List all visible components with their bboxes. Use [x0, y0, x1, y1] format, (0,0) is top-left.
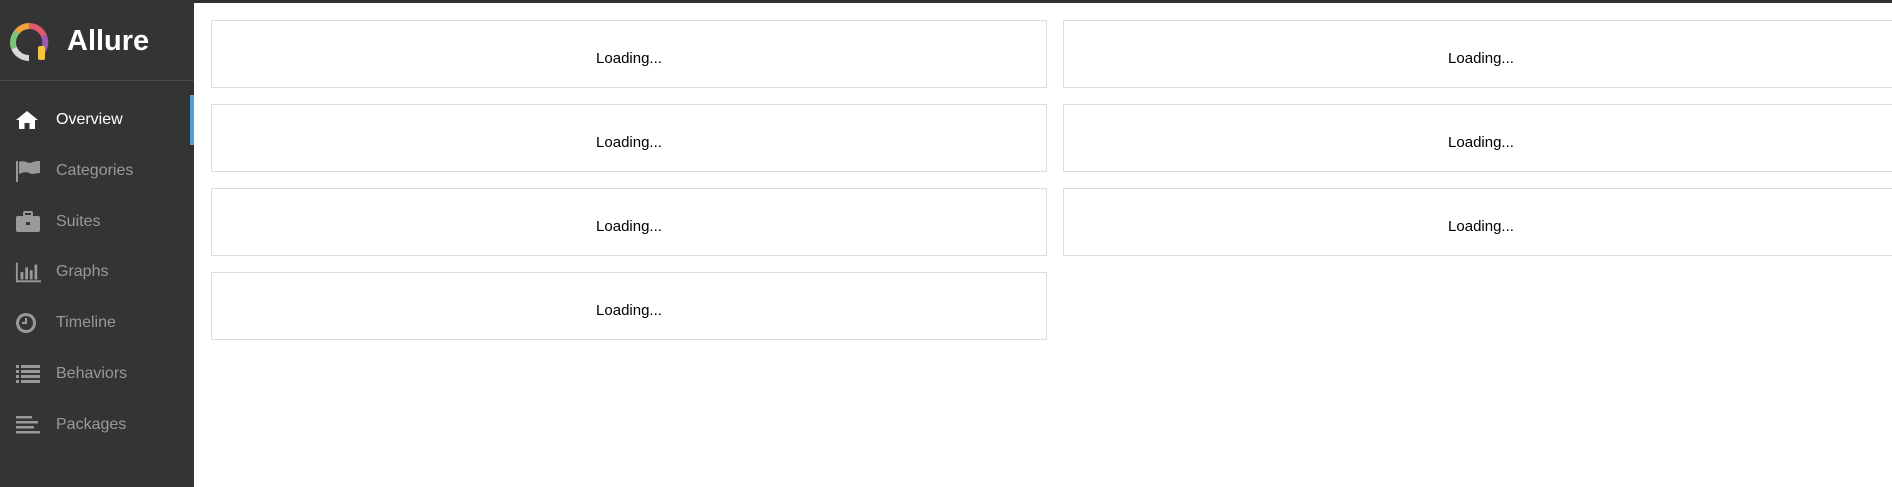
- sidebar-item-label: Suites: [56, 212, 101, 230]
- bar-chart-icon: [15, 260, 41, 284]
- sidebar: Allure Overview Categories Suites Graphs: [0, 3, 194, 487]
- sidebar-item-label: Timeline: [56, 314, 116, 332]
- loading-text: Loading...: [1448, 217, 1514, 235]
- sidebar-item-categories[interactable]: Categories: [0, 146, 194, 196]
- allure-logo-icon: [10, 22, 49, 61]
- loading-text: Loading...: [1448, 133, 1514, 151]
- sidebar-item-behaviors[interactable]: Behaviors: [0, 349, 194, 399]
- home-icon: [15, 108, 41, 132]
- widget: Loading...: [211, 188, 1047, 256]
- loading-text: Loading...: [596, 217, 662, 235]
- sidebar-item-label: Categories: [56, 161, 134, 179]
- list-icon: [15, 362, 41, 386]
- sidebar-item-label: Graphs: [56, 263, 109, 281]
- sidebar-item-overview[interactable]: Overview: [0, 95, 194, 145]
- loading-text: Loading...: [596, 301, 662, 319]
- sidebar-item-timeline[interactable]: Timeline: [0, 298, 194, 348]
- widget: Loading...: [211, 20, 1047, 88]
- clock-icon: [15, 311, 41, 335]
- sidebar-item-label: Packages: [56, 415, 127, 433]
- align-left-icon: [15, 413, 41, 437]
- loading-text: Loading...: [596, 49, 662, 67]
- loading-text: Loading...: [596, 133, 662, 151]
- brand[interactable]: Allure: [0, 3, 194, 81]
- main-content: Loading... Loading... Loading... Loading…: [194, 3, 1892, 487]
- sidebar-item-graphs[interactable]: Graphs: [0, 247, 194, 297]
- app-name: Allure: [67, 25, 150, 57]
- sidebar-item-label: Behaviors: [56, 364, 128, 382]
- widget: Loading...: [1063, 188, 1892, 256]
- sidebar-nav: Overview Categories Suites Graphs Timeli…: [0, 95, 194, 450]
- widget: Loading...: [211, 272, 1047, 340]
- widget: Loading...: [211, 104, 1047, 172]
- widget: Loading...: [1063, 20, 1892, 88]
- flag-icon: [15, 159, 41, 183]
- briefcase-icon: [15, 210, 41, 234]
- widget: Loading...: [1063, 104, 1892, 172]
- sidebar-item-suites[interactable]: Suites: [0, 197, 194, 247]
- sidebar-item-packages[interactable]: Packages: [0, 400, 194, 450]
- sidebar-item-label: Overview: [56, 111, 123, 128]
- loading-text: Loading...: [1448, 49, 1514, 67]
